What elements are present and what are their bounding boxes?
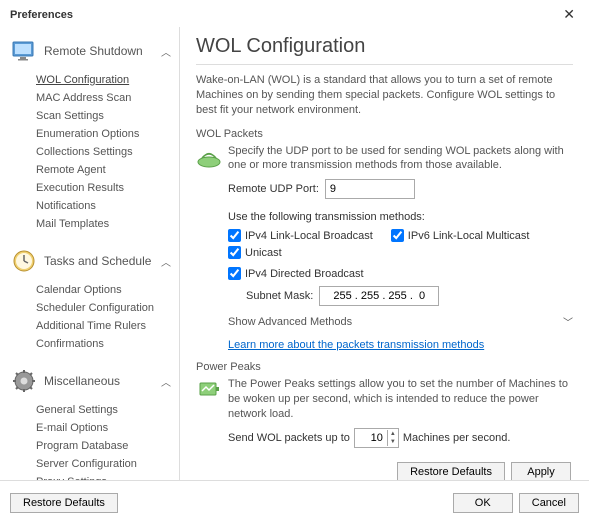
check-ipv4-directed[interactable]: IPv4 Directed Broadcast [228,267,364,280]
sidebar-item-calendar-options[interactable]: Calendar Options [36,281,179,299]
packets-input[interactable] [355,429,387,447]
sidebar-item-general-settings[interactable]: General Settings [36,401,179,419]
subnet-input[interactable] [319,286,439,306]
page-description: Wake-on-LAN (WOL) is a standard that all… [196,73,573,118]
sidebar-item-scheduler-configuration[interactable]: Scheduler Configuration [36,299,179,317]
methods-label: Use the following transmission methods: [228,211,573,223]
spinner-up-icon[interactable]: ▲ [388,430,398,438]
section-label: Remote Shutdown [44,44,161,58]
apply-button[interactable]: Apply [511,462,571,480]
sidebar-item-mail-templates[interactable]: Mail Templates [36,215,179,233]
footer-restore-defaults-button[interactable]: Restore Defaults [10,493,118,513]
sidebar-item-additional-time-rulers[interactable]: Additional Time Rulers [36,317,179,335]
chevron-down-icon: ﹀ [563,314,573,329]
udp-port-label: Remote UDP Port: [228,183,319,195]
sidebar-item-wol-configuration[interactable]: WOL Configuration [36,71,179,89]
section-miscellaneous[interactable]: Miscellaneous ︿ [6,361,179,401]
sidebar-item-server-configuration[interactable]: Server Configuration [36,455,179,473]
sidebar-item-notifications[interactable]: Notifications [36,197,179,215]
section-label: Tasks and Schedule [44,254,161,268]
divider [196,64,573,65]
sidebar-item-execution-results[interactable]: Execution Results [36,179,179,197]
sidebar-item-enumeration-options[interactable]: Enumeration Options [36,125,179,143]
gear-icon [10,367,38,395]
send-label-pre: Send WOL packets up to [228,432,350,444]
chevron-up-icon: ︿ [161,44,171,59]
send-label-post: Machines per second. [403,432,511,444]
spinner-down-icon[interactable]: ▼ [388,438,398,446]
group-power-peaks: Power Peaks [196,361,573,373]
restore-defaults-button[interactable]: Restore Defaults [397,462,505,480]
sidebar-item-scan-settings[interactable]: Scan Settings [36,107,179,125]
packets-icon [196,144,222,170]
section-tasks-schedule[interactable]: Tasks and Schedule ︿ [6,241,179,281]
ok-button[interactable]: OK [453,493,513,513]
sidebar-item-remote-agent[interactable]: Remote Agent [36,161,179,179]
monitor-icon [10,37,38,65]
page-title: WOL Configuration [196,35,573,58]
close-icon[interactable]: ✕ [559,6,579,23]
section-remote-shutdown[interactable]: Remote Shutdown ︿ [6,31,179,71]
show-advanced-toggle[interactable]: Show Advanced Methods ﹀ [228,310,573,333]
wol-description: Specify the UDP port to be used for send… [228,144,573,174]
power-description: The Power Peaks settings allow you to se… [228,377,573,422]
sidebar-item-program-database[interactable]: Program Database [36,437,179,455]
chevron-up-icon: ︿ [161,254,171,269]
main-panel: WOL Configuration Wake-on-LAN (WOL) is a… [180,27,589,480]
check-ipv6-link-local[interactable]: IPv6 Link-Local Multicast [391,229,530,242]
window-title: Preferences [10,9,73,21]
check-unicast[interactable]: Unicast [228,246,282,259]
group-wol-packets: WOL Packets [196,128,573,140]
power-icon [196,377,222,403]
sidebar-item-collections-settings[interactable]: Collections Settings [36,143,179,161]
clock-icon [10,247,38,275]
packets-spinner[interactable]: ▲▼ [354,428,399,448]
check-ipv4-link-local[interactable]: IPv4 Link-Local Broadcast [228,229,373,242]
sidebar-item-proxy-settings[interactable]: Proxy Settings [36,473,179,480]
chevron-up-icon: ︿ [161,374,171,389]
sidebar-item-email-options[interactable]: E-mail Options [36,419,179,437]
sidebar: Remote Shutdown ︿ WOL Configuration MAC … [0,27,180,480]
sidebar-item-confirmations[interactable]: Confirmations [36,335,179,353]
cancel-button[interactable]: Cancel [519,493,579,513]
sidebar-item-mac-address-scan[interactable]: MAC Address Scan [36,89,179,107]
learn-more-link[interactable]: Learn more about the packets transmissio… [228,339,484,351]
udp-port-input[interactable] [325,179,415,199]
subnet-label: Subnet Mask: [246,290,313,302]
section-label: Miscellaneous [44,374,161,388]
